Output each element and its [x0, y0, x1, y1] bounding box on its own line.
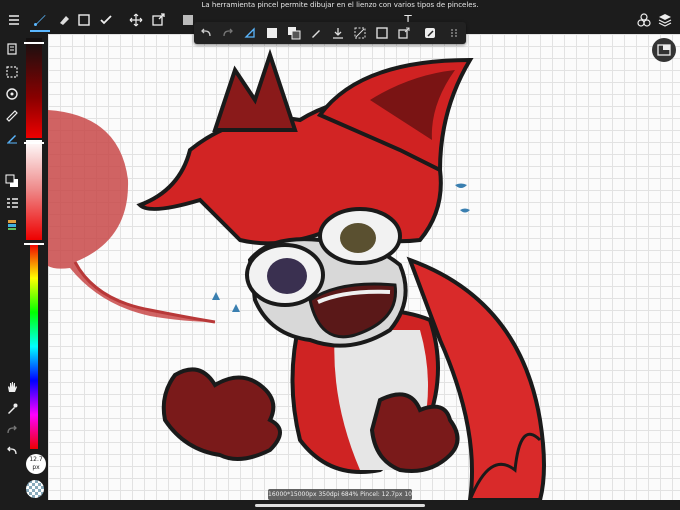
- eraser-icon[interactable]: [56, 12, 72, 28]
- eyedropper-icon[interactable]: [5, 402, 19, 416]
- clear-icon[interactable]: [330, 25, 346, 41]
- artwork: [48, 48, 546, 500]
- drawing-canvas[interactable]: [48, 34, 680, 500]
- invert-icon[interactable]: [286, 25, 302, 41]
- tool-hint: La herramienta pincel permite dibujar en…: [201, 1, 479, 9]
- left-panel: [0, 34, 48, 510]
- brush-size-unit: px: [32, 464, 40, 471]
- home-indicator[interactable]: [255, 504, 425, 507]
- pages-icon[interactable]: [5, 42, 19, 56]
- rect-select-icon[interactable]: [76, 12, 92, 28]
- brush-size-handle[interactable]: [24, 42, 44, 44]
- transform-selection-icon[interactable]: [396, 25, 412, 41]
- select-all-icon[interactable]: [264, 25, 280, 41]
- handle-icon[interactable]: [446, 25, 462, 41]
- check-icon[interactable]: [98, 12, 114, 28]
- move-icon[interactable]: [128, 12, 144, 28]
- material-icon[interactable]: [636, 12, 652, 28]
- redo-icon[interactable]: [220, 25, 236, 41]
- rotate-icon[interactable]: [5, 87, 19, 101]
- select-area-icon[interactable]: [5, 65, 19, 79]
- navigator-button[interactable]: [652, 38, 676, 62]
- canvas-status: 16000*15000px 350dpi 684% Pincel: 12.7px…: [268, 489, 412, 500]
- select-frame-icon[interactable]: [374, 25, 390, 41]
- opacity-slider[interactable]: [26, 140, 42, 240]
- snap-pen-icon[interactable]: [5, 131, 19, 145]
- layer-list-icon[interactable]: [5, 196, 19, 210]
- hue-slider[interactable]: [30, 244, 38, 449]
- ruler-icon[interactable]: [5, 109, 19, 123]
- selection-toolbar: [194, 22, 466, 44]
- brush-size-badge[interactable]: 12.7 px: [26, 454, 46, 474]
- navigator-icon: [657, 44, 671, 56]
- redo-side-icon[interactable]: [5, 423, 19, 437]
- hue-handle[interactable]: [24, 243, 44, 245]
- brush-icon[interactable]: [30, 10, 50, 32]
- undo-icon[interactable]: [198, 25, 214, 41]
- texture-icon[interactable]: [26, 480, 44, 498]
- palette-icon[interactable]: [5, 218, 19, 232]
- more-icon[interactable]: [422, 25, 438, 41]
- lasso-icon[interactable]: [242, 25, 258, 41]
- brush-size-slider[interactable]: [26, 38, 42, 138]
- opacity-handle[interactable]: [24, 142, 44, 144]
- brush-size-value: 12.7: [29, 456, 43, 463]
- hamburger-icon[interactable]: [6, 12, 22, 28]
- layers-icon[interactable]: [657, 12, 673, 28]
- erase-selection-icon[interactable]: [352, 25, 368, 41]
- pen-icon[interactable]: [308, 25, 324, 41]
- hand-icon[interactable]: [5, 380, 19, 394]
- undo-side-icon[interactable]: [5, 444, 19, 458]
- transform-icon[interactable]: [150, 12, 166, 28]
- color-swap-icon[interactable]: [5, 174, 19, 188]
